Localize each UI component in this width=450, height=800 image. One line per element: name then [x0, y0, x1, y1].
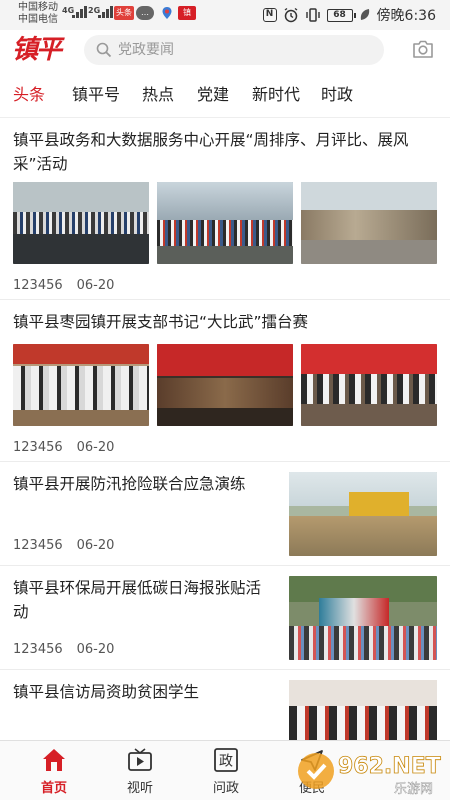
battery-icon: 68: [326, 8, 356, 22]
clock: 傍晚6:36: [376, 8, 436, 24]
view-count: 123456: [13, 538, 63, 553]
svg-text:乐游网: 乐游网: [394, 782, 433, 797]
bottom-navigation: 首页 视听 政 问政 便民 962.NET 乐游网: [0, 740, 450, 800]
news-app-notification-icon: 头条: [114, 6, 134, 20]
tab-party[interactable]: 党建: [197, 82, 229, 108]
publish-date: 06-20: [76, 278, 115, 293]
news-thumbnail: [157, 344, 293, 426]
news-thumbnail: [289, 680, 437, 740]
nav-video-label: 视听: [126, 781, 153, 796]
carrier-info: 中国移动 中国电信: [18, 2, 58, 26]
nav-video[interactable]: 视听: [110, 747, 170, 796]
news-title: 镇平县政务和大数据服务中心开展“周排序、月评比、展风采”活动: [13, 131, 409, 173]
news-thumbnail: [157, 182, 293, 264]
news-title: 镇平县环保局开展低碳日海报张贴活动: [13, 579, 262, 621]
nav-home[interactable]: 首页: [24, 747, 84, 796]
app-logo: 镇平: [12, 35, 62, 65]
news-meta: 123456 06-20: [13, 642, 114, 657]
view-count: 123456: [13, 440, 63, 455]
chat-bubble-icon: …: [136, 6, 154, 20]
news-title: 镇平县信访局资助贫困学生: [13, 683, 200, 701]
carrier-2: 中国电信: [18, 14, 58, 25]
politics-icon: 政: [213, 747, 239, 773]
svg-text:962.NET: 962.NET: [338, 754, 441, 779]
news-thumbnail: [13, 182, 149, 264]
watermark-logo: 962.NET 乐游网: [298, 753, 441, 797]
status-right-group: N 68 傍晚6:36: [262, 6, 436, 24]
search-input[interactable]: [118, 40, 368, 60]
search-bar[interactable]: [84, 35, 384, 65]
tab-hot[interactable]: 热点: [142, 82, 174, 108]
carrier-1: 中国移动: [18, 2, 58, 13]
nav-politics[interactable]: 政 问政: [196, 747, 256, 796]
news-title: 镇平县枣园镇开展支部书记“大比武”擂台赛: [13, 313, 309, 331]
tab-zhenping[interactable]: 镇平号: [72, 82, 120, 108]
nfc-icon: N: [262, 8, 277, 22]
news-meta: 123456 06-20: [13, 440, 114, 455]
news-item[interactable]: 镇平县信访局资助贫困学生: [0, 670, 450, 740]
publish-date: 06-20: [76, 642, 115, 657]
news-thumbnail: [301, 344, 437, 426]
tab-new-era[interactable]: 新时代: [252, 82, 300, 108]
news-thumbnail: [301, 182, 437, 264]
news-title: 镇平县开展防汛抢险联合应急演练: [13, 475, 246, 493]
camera-icon[interactable]: [412, 39, 434, 59]
location-pin-icon: [158, 6, 176, 20]
publish-date: 06-20: [76, 538, 115, 553]
tab-headlines[interactable]: 头条: [13, 82, 45, 108]
alarm-icon: [284, 7, 297, 23]
tab-politics[interactable]: 时政: [321, 82, 353, 108]
news-item[interactable]: 镇平县开展防汛抢险联合应急演练 123456 06-20: [0, 462, 450, 566]
tv-icon: [127, 747, 153, 773]
leaf-icon: [360, 9, 369, 20]
news-item[interactable]: 镇平县枣园镇开展支部书记“大比武”擂台赛 123456 06-20: [0, 300, 450, 462]
news-feed: 镇平县政务和大数据服务中心开展“周排序、月评比、展风采”活动 123456 06…: [0, 118, 450, 740]
view-count: 123456: [13, 642, 63, 657]
svg-text:政: 政: [219, 754, 233, 770]
home-icon: [41, 747, 67, 773]
search-icon: [96, 42, 112, 58]
news-thumbnail: [289, 576, 437, 660]
news-item[interactable]: 镇平县政务和大数据服务中心开展“周排序、月评比、展风采”活动 123456 06…: [0, 118, 450, 300]
status-bar: 中国移动 中国电信 4G 2G 头条 … 镇 N 68 傍晚6:36: [0, 0, 450, 30]
news-item[interactable]: 镇平县环保局开展低碳日海报张贴活动 123456 06-20: [0, 566, 450, 670]
news-thumbnail: [289, 472, 437, 556]
news-thumbnail: [13, 344, 149, 426]
app-notification-icon: 镇: [178, 6, 196, 20]
nav-politics-label: 问政: [212, 781, 239, 796]
app-header: 镇平: [0, 30, 450, 70]
vibrate-icon: [305, 8, 320, 22]
view-count: 123456: [13, 278, 63, 293]
nav-home-label: 首页: [40, 781, 67, 796]
category-tabs: 头条 镇平号 热点 党建 新时代 时政: [0, 72, 450, 118]
news-meta: 123456 06-20: [13, 538, 114, 553]
news-meta: 123456 06-20: [13, 278, 114, 293]
publish-date: 06-20: [76, 440, 115, 455]
